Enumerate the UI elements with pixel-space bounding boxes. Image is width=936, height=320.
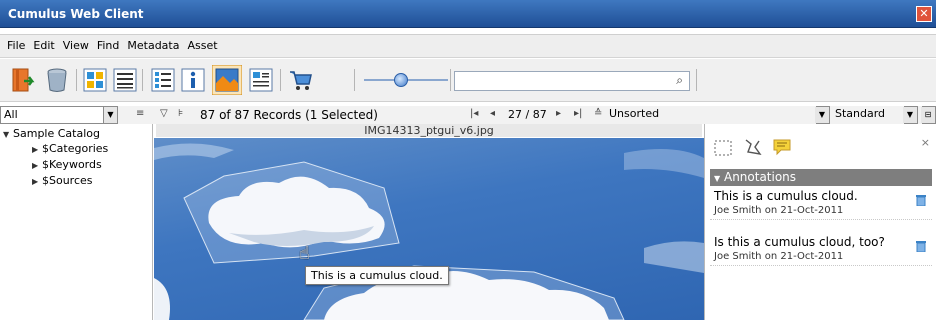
menu-bar: File Edit View Find Metadata Asset	[0, 34, 936, 58]
menu-edit[interactable]: Edit	[29, 35, 58, 57]
annotations-header[interactable]: ▼ Annotations	[710, 169, 932, 186]
collection-filter-value: All	[4, 108, 18, 121]
menu-find[interactable]: Find	[93, 35, 124, 57]
collapsed-triangle-icon[interactable]: ▶	[32, 161, 42, 170]
tree-options-icon[interactable]: ≡	[136, 108, 144, 119]
catalog-tree: ▼ Sample Catalog ▶ $Categories ▶ $Keywords …	[0, 124, 153, 320]
hand-cursor-icon: ☝	[299, 243, 310, 264]
annotations-panel: × ▼ Annotations This is a cumulus cloud.…	[704, 124, 936, 320]
tree-item-label: $Keywords	[42, 158, 102, 171]
chevron-down-icon[interactable]: ▼	[903, 107, 917, 123]
tree-item-categories[interactable]: ▶ $Categories	[32, 142, 108, 155]
view-options-button[interactable]: ⊟	[921, 106, 936, 124]
preview-image[interactable]	[154, 138, 704, 320]
collapse-triangle-icon[interactable]: ▼	[714, 174, 720, 183]
close-panel-icon[interactable]: ×	[921, 136, 930, 149]
options-icon[interactable]: ⊟	[921, 107, 935, 123]
annotation-meta: Joe Smith on 21-Oct-2011	[714, 205, 844, 216]
records-count: 87 of 87 Records (1 Selected)	[200, 108, 378, 122]
annotation-text: This is a cumulus cloud.	[714, 189, 858, 203]
first-record-icon[interactable]: |◂	[470, 108, 478, 119]
delete-trash-icon[interactable]	[916, 194, 926, 209]
close-window-icon[interactable]: ✕	[916, 6, 932, 22]
tree-item-sample-catalog[interactable]: ▼ Sample Catalog	[3, 127, 100, 140]
tree-item-label: $Sources	[42, 174, 93, 187]
menu-view[interactable]: View	[59, 35, 93, 57]
sort-select[interactable]: Unsorted	[606, 106, 830, 124]
window-title: Cumulus Web Client	[8, 7, 144, 21]
slider-knob[interactable]	[394, 73, 408, 87]
chevron-down-icon[interactable]: ▼	[815, 107, 829, 123]
hierarchy-icon[interactable]: ⊧	[178, 108, 183, 119]
menu-metadata[interactable]: Metadata	[123, 35, 183, 57]
annotation-tools	[713, 138, 798, 159]
next-record-icon[interactable]: ▸	[556, 108, 561, 119]
sort-icon[interactable]: ≙	[594, 108, 602, 119]
sort-value: Unsorted	[609, 107, 660, 120]
record-position: 27 / 87	[508, 108, 547, 121]
collection-filter-select[interactable]: All ▼	[0, 106, 118, 124]
thumbnail-size-slider[interactable]	[364, 72, 448, 88]
annotation-text: Is this a cumulus cloud, too?	[714, 235, 885, 249]
list-view-icon[interactable]	[112, 67, 138, 93]
main-toolbar: ⌕	[0, 59, 936, 102]
tree-item-label: Sample Catalog	[13, 127, 100, 140]
expanded-triangle-icon[interactable]: ▼	[3, 130, 13, 139]
menu-asset[interactable]: Asset	[183, 35, 221, 57]
view-mode-value: Standard	[835, 107, 886, 120]
preview-filename: IMG14313_ptgui_v6.jpg	[156, 124, 702, 137]
catalog-exit-icon[interactable]	[10, 67, 36, 93]
info-icon[interactable]	[180, 67, 206, 93]
last-record-icon[interactable]: ▸|	[574, 108, 582, 119]
sort-dropdown-button[interactable]: ▼	[815, 106, 830, 124]
details-view-icon[interactable]	[150, 67, 176, 93]
delete-trash-icon[interactable]	[916, 240, 926, 255]
window-title-bar: Cumulus Web Client ✕	[0, 0, 936, 28]
preview-icon[interactable]	[212, 65, 242, 95]
records-bar: All ▼ ≡ ▽ ⊧ 87 of 87 Records (1 Selected…	[0, 106, 936, 124]
annotation-item[interactable]: This is a cumulus cloud. Joe Smith on 21…	[710, 188, 932, 220]
menu-file[interactable]: File	[3, 35, 29, 57]
view-mode-dropdown-button[interactable]: ▼	[903, 106, 918, 124]
polygon-lasso-icon[interactable]	[743, 138, 763, 156]
collapsed-triangle-icon[interactable]: ▶	[32, 177, 42, 186]
tree-item-keywords[interactable]: ▶ $Keywords	[32, 158, 102, 171]
chevron-down-icon[interactable]: ▼	[103, 107, 117, 123]
cart-icon[interactable]	[288, 67, 314, 93]
annotations-header-label: Annotations	[723, 170, 797, 184]
previous-record-icon[interactable]: ◂	[490, 108, 495, 119]
cloud-photo	[154, 143, 704, 320]
filter-icon[interactable]: ▽	[160, 108, 168, 119]
thumbnail-view-icon[interactable]	[82, 67, 108, 93]
collapsed-triangle-icon[interactable]: ▶	[32, 145, 42, 154]
trash-icon[interactable]	[44, 67, 70, 93]
rectangle-select-icon[interactable]	[713, 140, 733, 158]
annotation-meta: Joe Smith on 21-Oct-2011	[714, 251, 844, 262]
comment-bubble-icon[interactable]	[772, 138, 792, 156]
template-view-icon[interactable]	[248, 67, 274, 93]
search-input[interactable]: ⌕	[454, 71, 690, 91]
tree-item-sources[interactable]: ▶ $Sources	[32, 174, 93, 187]
tree-item-label: $Categories	[42, 142, 109, 155]
annotation-item[interactable]: Is this a cumulus cloud, too? Joe Smith …	[710, 230, 932, 266]
search-icon[interactable]: ⌕	[676, 73, 683, 88]
annotation-tooltip: This is a cumulus cloud.	[305, 266, 449, 285]
